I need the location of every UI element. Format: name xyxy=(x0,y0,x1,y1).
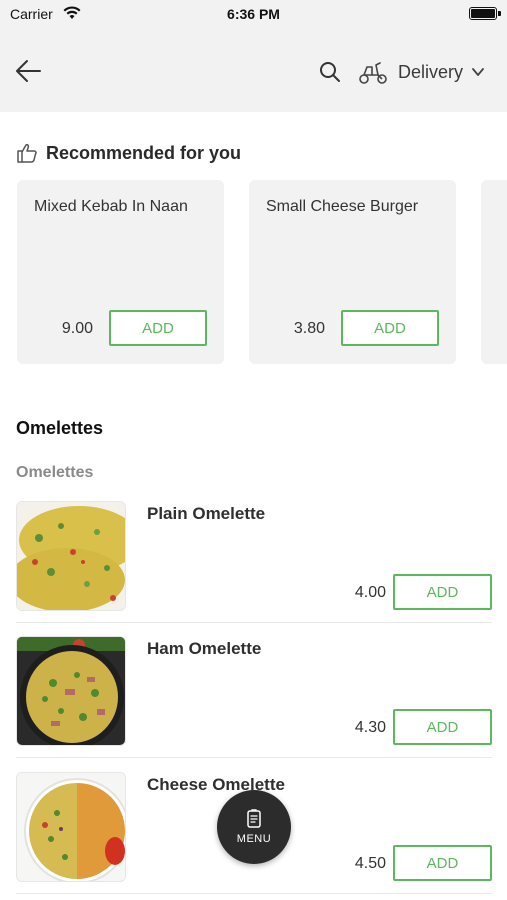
menu-label: MENU xyxy=(236,833,272,845)
recommended-title: Recommended for you xyxy=(46,142,242,163)
item-name: Ham Omelette xyxy=(147,639,262,658)
recommended-item-price: 9.00 xyxy=(61,320,93,337)
recommended-card[interactable]: Mixed Kebab In Naan 9.00 ADD xyxy=(17,180,224,364)
battery-icon xyxy=(469,7,497,20)
item-price: 4.30 xyxy=(354,719,386,736)
recommended-item-name: Mixed Kebab In Naan xyxy=(34,198,188,215)
header: Delivery xyxy=(0,30,507,112)
delivery-selector[interactable]: Delivery xyxy=(358,56,485,88)
chevron-down-icon xyxy=(472,68,484,76)
recommended-header: Recommended for you xyxy=(16,142,241,164)
recommended-card[interactable]: Small Cheese Burger 3.80 ADD xyxy=(249,180,456,364)
add-button[interactable]: ADD xyxy=(393,574,492,610)
item-name: Plain Omelette xyxy=(147,504,266,523)
item-photo xyxy=(16,636,126,746)
section-title: Omelettes xyxy=(16,418,104,438)
item-photo xyxy=(16,501,126,611)
add-button[interactable]: ADD xyxy=(341,310,439,346)
status-time: 6:36 PM xyxy=(227,6,280,22)
battery-cap xyxy=(498,11,501,16)
add-button[interactable]: ADD xyxy=(109,310,207,346)
arrow-left-icon[interactable] xyxy=(14,58,42,84)
status-bar: Carrier 6:36 PM xyxy=(0,0,507,30)
menu-item[interactable]: Ham Omelette 4.30 ADD xyxy=(16,636,492,758)
item-price: 4.00 xyxy=(354,584,386,601)
thumbs-up-icon xyxy=(17,144,37,163)
item-price: 4.50 xyxy=(354,855,386,872)
search-icon[interactable] xyxy=(318,60,342,84)
recommended-item-name: Small Cheese Burger xyxy=(266,198,419,215)
menu-fab-button[interactable]: MENU xyxy=(217,790,291,864)
recommended-card-peek[interactable] xyxy=(481,180,507,364)
item-photo xyxy=(16,772,126,882)
delivery-label: Delivery xyxy=(398,61,464,82)
add-button[interactable]: ADD xyxy=(393,709,492,745)
recommended-item-price: 3.80 xyxy=(293,320,325,337)
menu-book-icon xyxy=(247,809,261,828)
scooter-icon xyxy=(359,62,387,84)
menu-item[interactable]: Plain Omelette 4.00 ADD xyxy=(16,501,492,623)
add-button[interactable]: ADD xyxy=(393,845,492,881)
subsection-title: Omelettes xyxy=(16,464,94,481)
